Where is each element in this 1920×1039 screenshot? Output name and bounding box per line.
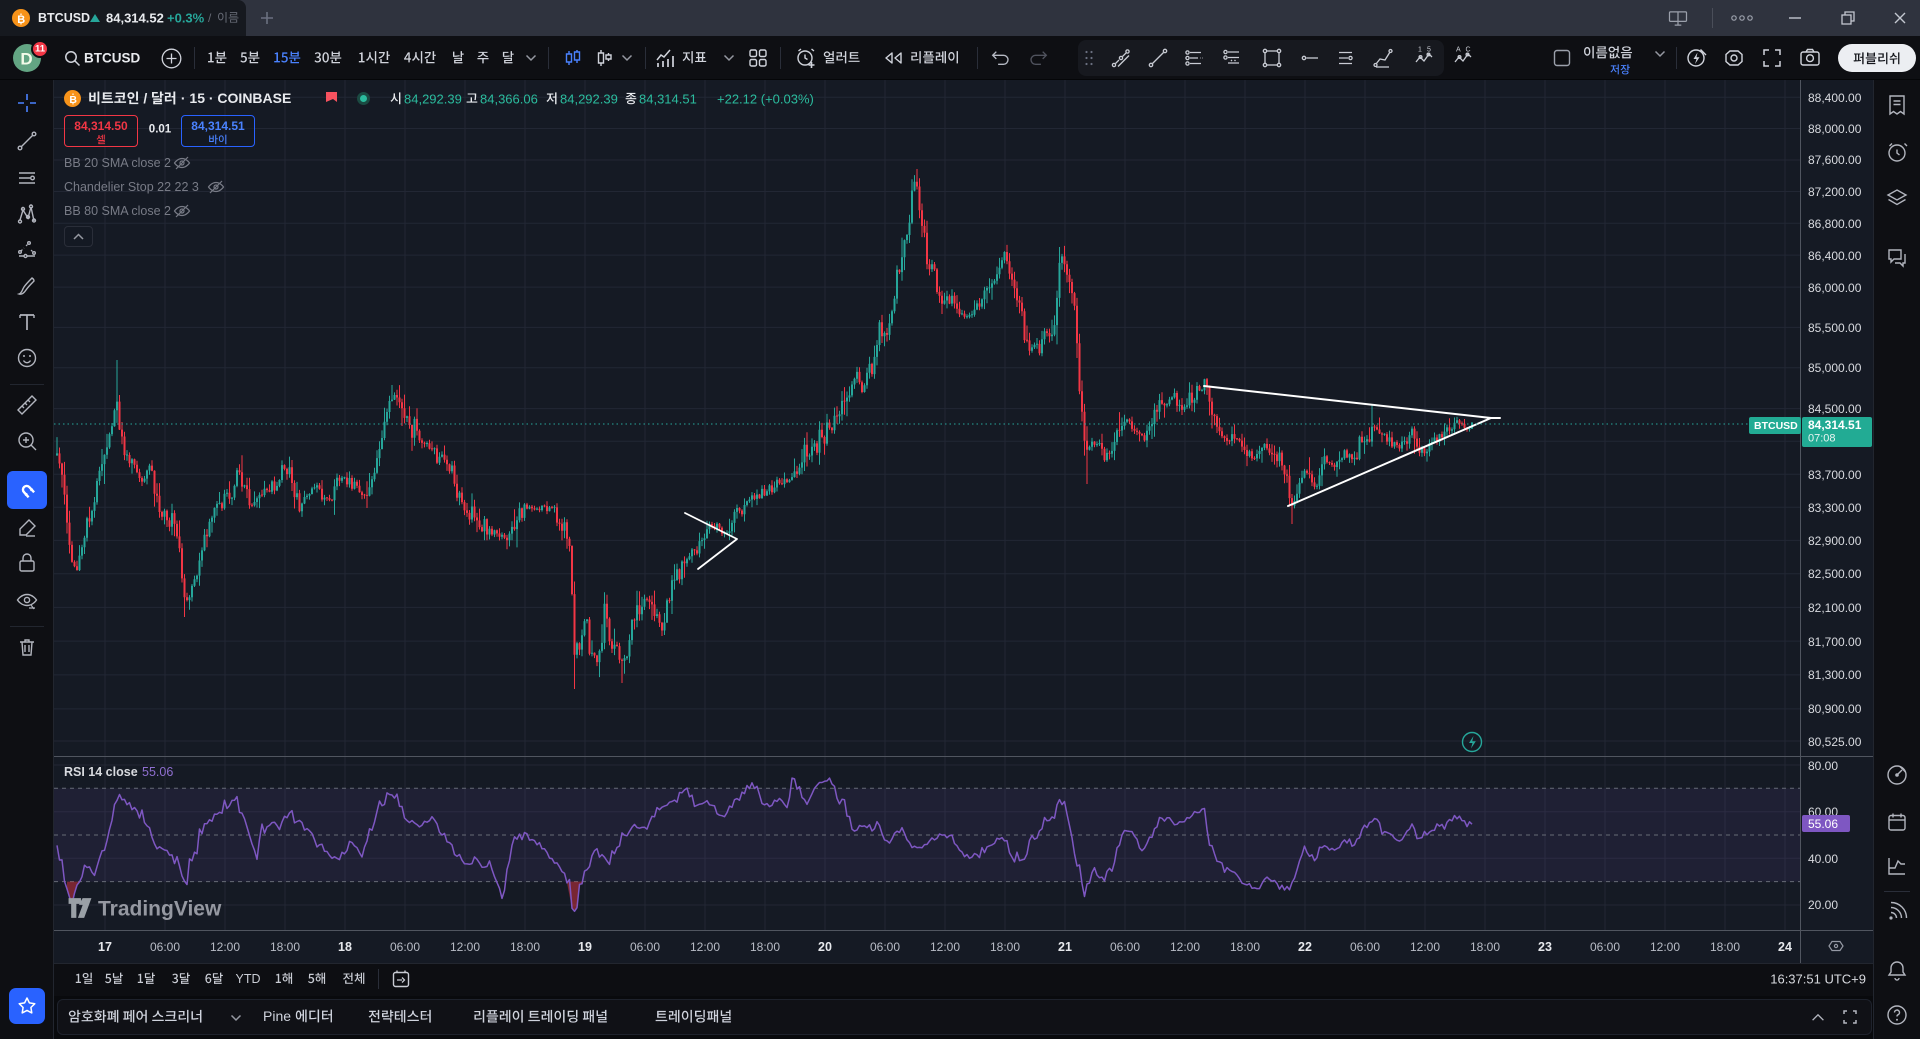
svg-text:A: A xyxy=(1456,47,1461,54)
svg-text:5: 5 xyxy=(1427,47,1431,54)
svg-text:C: C xyxy=(1466,47,1471,54)
svg-text:1: 1 xyxy=(1418,47,1422,54)
